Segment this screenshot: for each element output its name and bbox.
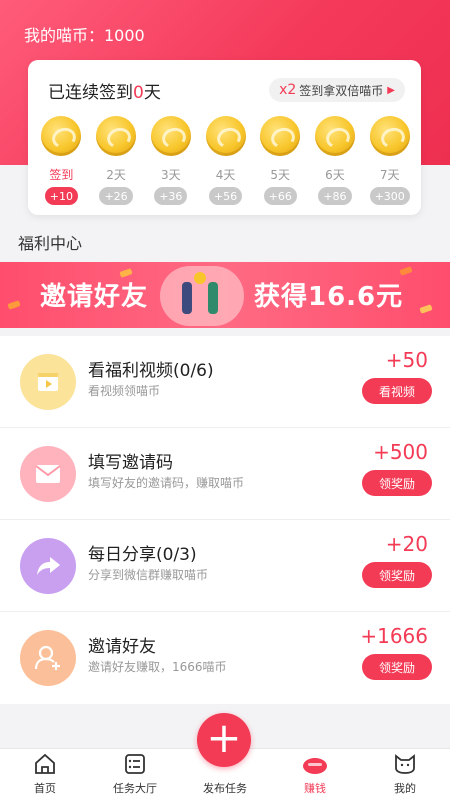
- claim-reward-button[interactable]: 领奖励: [362, 470, 432, 496]
- day-label: 7天: [379, 168, 400, 182]
- envelope-icon: [20, 446, 76, 502]
- task-row-share: 每日分享(0/3) 分享到微信群赚取喵币 +20 领奖励: [0, 520, 450, 612]
- day-bonus: +86: [318, 187, 352, 205]
- day-bonus: +36: [154, 187, 188, 205]
- nav-publish-task[interactable]: + 发布任务: [185, 713, 265, 796]
- signin-card: 已连续签到0天 x2 签到拿双倍喵币 ▶ 签到 +10 2天 +26 3天 +3…: [28, 60, 421, 215]
- watch-video-button[interactable]: 看视频: [362, 378, 432, 404]
- friends-illustration: [160, 266, 244, 326]
- signin-streak-title: 已连续签到0天: [48, 78, 161, 103]
- home-icon: [32, 751, 58, 777]
- claim-reward-button[interactable]: 领奖励: [362, 562, 432, 588]
- nav-label: 首页: [34, 782, 56, 795]
- confetti-decoration: [399, 266, 413, 276]
- invite-banner[interactable]: 邀请好友 获得16.6元: [0, 262, 450, 328]
- cat-icon: [392, 751, 418, 777]
- nav-home[interactable]: 首页: [5, 751, 85, 796]
- signin-day-3: 3天 +36: [143, 116, 198, 205]
- coin-icon: [369, 116, 410, 156]
- double-coin-label: 签到拿双倍喵币: [299, 83, 384, 98]
- streak-prefix: 已连续签到: [48, 83, 133, 103]
- day-label: 4天: [215, 168, 236, 182]
- x2-badge: x2: [279, 82, 297, 98]
- task-reward: +20: [385, 532, 428, 556]
- coin-icon: [194, 272, 206, 284]
- task-hall-icon: [122, 751, 148, 777]
- plus-icon[interactable]: +: [197, 713, 251, 767]
- confetti-decoration: [419, 304, 433, 314]
- day-bonus: +300: [369, 187, 410, 205]
- nav-label: 发布任务: [203, 782, 247, 795]
- earn-icon: [302, 751, 328, 777]
- coin-icon: [41, 116, 82, 156]
- task-subtitle: 邀请好友赚取，1666喵币: [88, 660, 227, 674]
- nav-earn[interactable]: 赚钱: [275, 751, 355, 796]
- claim-reward-button[interactable]: 领奖励: [362, 654, 432, 680]
- nav-label: 任务大厅: [113, 782, 157, 795]
- signin-day-1[interactable]: 签到 +10: [34, 116, 89, 205]
- nav-label: 我的: [394, 782, 416, 795]
- video-icon: [20, 354, 76, 410]
- task-reward: +50: [385, 348, 428, 372]
- day-label: 签到: [49, 168, 74, 182]
- task-reward: +500: [373, 440, 428, 464]
- task-row-video: 看福利视频(0/6) 看视频领喵币 +50 看视频: [0, 336, 450, 428]
- day-label: 6天: [325, 168, 345, 182]
- nav-mine[interactable]: 我的: [365, 751, 445, 796]
- task-list: 看福利视频(0/6) 看视频领喵币 +50 看视频 填写邀请码 填写好友的邀请码…: [0, 336, 450, 704]
- coin-icon: [260, 116, 301, 156]
- signin-day-7: 7天 +300: [362, 116, 417, 205]
- day-bonus: +26: [99, 187, 133, 205]
- nav-label: 赚钱: [304, 782, 326, 795]
- banner-reward-text: 获得16.6元: [254, 282, 404, 312]
- confetti-decoration: [7, 300, 21, 310]
- day-label: 2天: [106, 168, 126, 182]
- person-figure: [208, 282, 218, 314]
- task-row-invite-code: 填写邀请码 填写好友的邀请码，赚取喵币 +500 领奖励: [0, 428, 450, 520]
- task-title: 填写邀请码: [88, 453, 173, 473]
- signin-day-6: 6天 +86: [308, 116, 363, 205]
- day-bonus: +10: [44, 187, 78, 205]
- coin-icon: [205, 116, 246, 156]
- day-bonus: +66: [263, 187, 297, 205]
- coin-icon: [314, 116, 355, 156]
- task-subtitle: 分享到微信群赚取喵币: [88, 568, 209, 582]
- section-title: 福利中心: [18, 234, 83, 253]
- signin-day-2: 2天 +26: [89, 116, 144, 205]
- streak-suffix: 天: [143, 83, 161, 103]
- task-subtitle: 看视频领喵币: [88, 384, 161, 398]
- signin-days-row: 签到 +10 2天 +26 3天 +36 4天 +56 5天 +66 6天 +8…: [34, 116, 417, 205]
- nav-task-hall[interactable]: 任务大厅: [95, 751, 175, 796]
- task-title: 每日分享(0/3): [88, 545, 197, 565]
- day-bonus: +56: [208, 187, 243, 205]
- share-icon: [20, 538, 76, 594]
- add-user-icon: [20, 630, 76, 686]
- task-reward: +1666: [360, 624, 428, 648]
- bottom-nav: 首页 任务大厅 + 发布任务 赚钱 我的: [0, 713, 450, 800]
- coin-icon: [96, 116, 137, 156]
- coin-icon: [150, 116, 191, 156]
- day-label: 3天: [160, 168, 181, 182]
- streak-days: 0: [133, 83, 144, 103]
- day-label: 5天: [270, 168, 291, 182]
- banner-invite-text: 邀请好友: [40, 282, 149, 312]
- task-title: 看福利视频(0/6): [88, 361, 214, 381]
- task-subtitle: 填写好友的邀请码，赚取喵币: [88, 476, 245, 490]
- person-figure: [182, 282, 192, 314]
- task-row-invite-friends: 邀请好友 邀请好友赚取，1666喵币 +1666 领奖励: [0, 612, 450, 704]
- signin-day-4: 4天 +56: [198, 116, 253, 205]
- double-coin-button[interactable]: x2 签到拿双倍喵币 ▶: [269, 78, 405, 102]
- signin-day-5: 5天 +66: [253, 116, 308, 205]
- play-arrow-icon: ▶: [387, 84, 395, 96]
- task-title: 邀请好友: [88, 637, 156, 657]
- coin-balance: 我的喵币：1000: [24, 26, 145, 45]
